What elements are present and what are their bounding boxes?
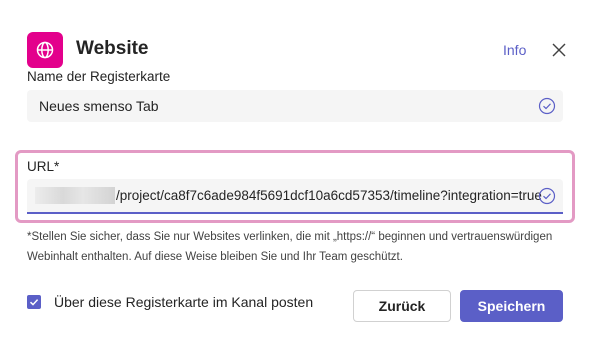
url-input[interactable]: /project/ca8f7c6ade984f5691dcf10a6cd5735… (27, 179, 563, 214)
check-circle-icon (538, 187, 556, 205)
back-button[interactable]: Zurück (353, 290, 451, 322)
close-button[interactable] (549, 40, 569, 60)
globe-icon (36, 41, 54, 59)
url-value: /project/ca8f7c6ade984f5691dcf10a6cd5735… (116, 188, 542, 203)
url-label: URL* (27, 159, 60, 174)
redacted-url-host (35, 187, 115, 204)
tab-name-label: Name der Registerkarte (27, 69, 171, 84)
app-icon-tile (27, 32, 63, 68)
check-circle-icon (538, 97, 556, 115)
post-to-channel-label[interactable]: Über diese Registerkarte im Kanal posten (54, 293, 313, 311)
checkmark-icon (29, 299, 39, 306)
save-button[interactable]: Speichern (460, 290, 563, 322)
tab-name-value: Neues smenso Tab (39, 98, 159, 114)
info-link[interactable]: Info (503, 41, 526, 59)
security-disclaimer: *Stellen Sie sicher, dass Sie nur Websit… (27, 231, 553, 263)
close-icon (552, 43, 566, 57)
post-to-channel-checkbox[interactable] (27, 295, 41, 309)
tab-name-field[interactable]: Neues smenso Tab (27, 90, 563, 122)
dialog-title: Website (76, 38, 149, 59)
